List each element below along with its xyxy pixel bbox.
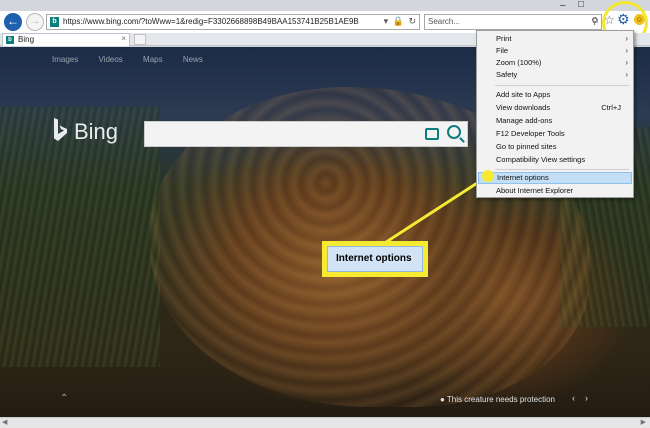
tools-menu: Print › File › Zoom (100%) › Safety › Add si… bbox=[476, 30, 634, 198]
menu-item-file[interactable]: File › bbox=[477, 45, 633, 57]
callout-label: Internet options bbox=[327, 246, 423, 272]
chevron-right-icon: › bbox=[625, 70, 628, 79]
chevron-right-icon: › bbox=[625, 58, 628, 67]
menu-item-safety[interactable]: Safety › bbox=[477, 69, 633, 81]
menu-item-compatibility-view-settings[interactable]: Compatibility View settings bbox=[477, 154, 633, 166]
menu-item-print[interactable]: Print › bbox=[477, 33, 633, 45]
menu-item-label: Go to pinned sites bbox=[496, 142, 557, 151]
menu-item-zoom[interactable]: Zoom (100%) › bbox=[477, 57, 633, 69]
menu-item-label: F12 Developer Tools bbox=[496, 129, 565, 138]
menu-item-label: Compatibility View settings bbox=[496, 155, 586, 164]
menu-item-shortcut: Ctrl+J bbox=[601, 103, 621, 112]
menu-item-view-downloads[interactable]: View downloads Ctrl+J bbox=[477, 102, 633, 114]
menu-item-label: File bbox=[496, 46, 509, 55]
menu-item-label: Zoom (100%) bbox=[496, 58, 542, 67]
menu-item-label: Print bbox=[496, 34, 512, 43]
menu-item-go-to-pinned-sites[interactable]: Go to pinned sites bbox=[477, 141, 633, 153]
menu-item-manage-add-ons[interactable]: Manage add-ons bbox=[477, 115, 633, 127]
menu-item-label: Add site to Apps bbox=[496, 90, 551, 99]
menu-item-label: Manage add-ons bbox=[496, 116, 553, 125]
callout-box: Internet options bbox=[322, 241, 428, 277]
menu-item-f12-developer-tools[interactable]: F12 Developer Tools bbox=[477, 128, 633, 140]
menu-item-label: About Internet Explorer bbox=[496, 186, 574, 195]
menu-separator bbox=[495, 169, 629, 170]
menu-item-internet-options[interactable]: Internet options bbox=[478, 172, 632, 184]
chevron-right-icon: › bbox=[625, 46, 628, 55]
browser-window: – □ ← → b https://www.bing.com/?toWww=1&… bbox=[0, 0, 650, 428]
menu-item-label: Internet options bbox=[497, 173, 549, 182]
menu-item-add-site-to-apps[interactable]: Add site to Apps bbox=[477, 89, 633, 101]
chevron-right-icon: › bbox=[625, 34, 628, 43]
callout-dot bbox=[482, 170, 494, 182]
menu-separator bbox=[495, 85, 629, 86]
menu-item-label: Safety bbox=[496, 70, 518, 79]
menu-item-label: View downloads bbox=[496, 103, 551, 112]
menu-item-about-internet-explorer[interactable]: About Internet Explorer bbox=[477, 185, 633, 197]
